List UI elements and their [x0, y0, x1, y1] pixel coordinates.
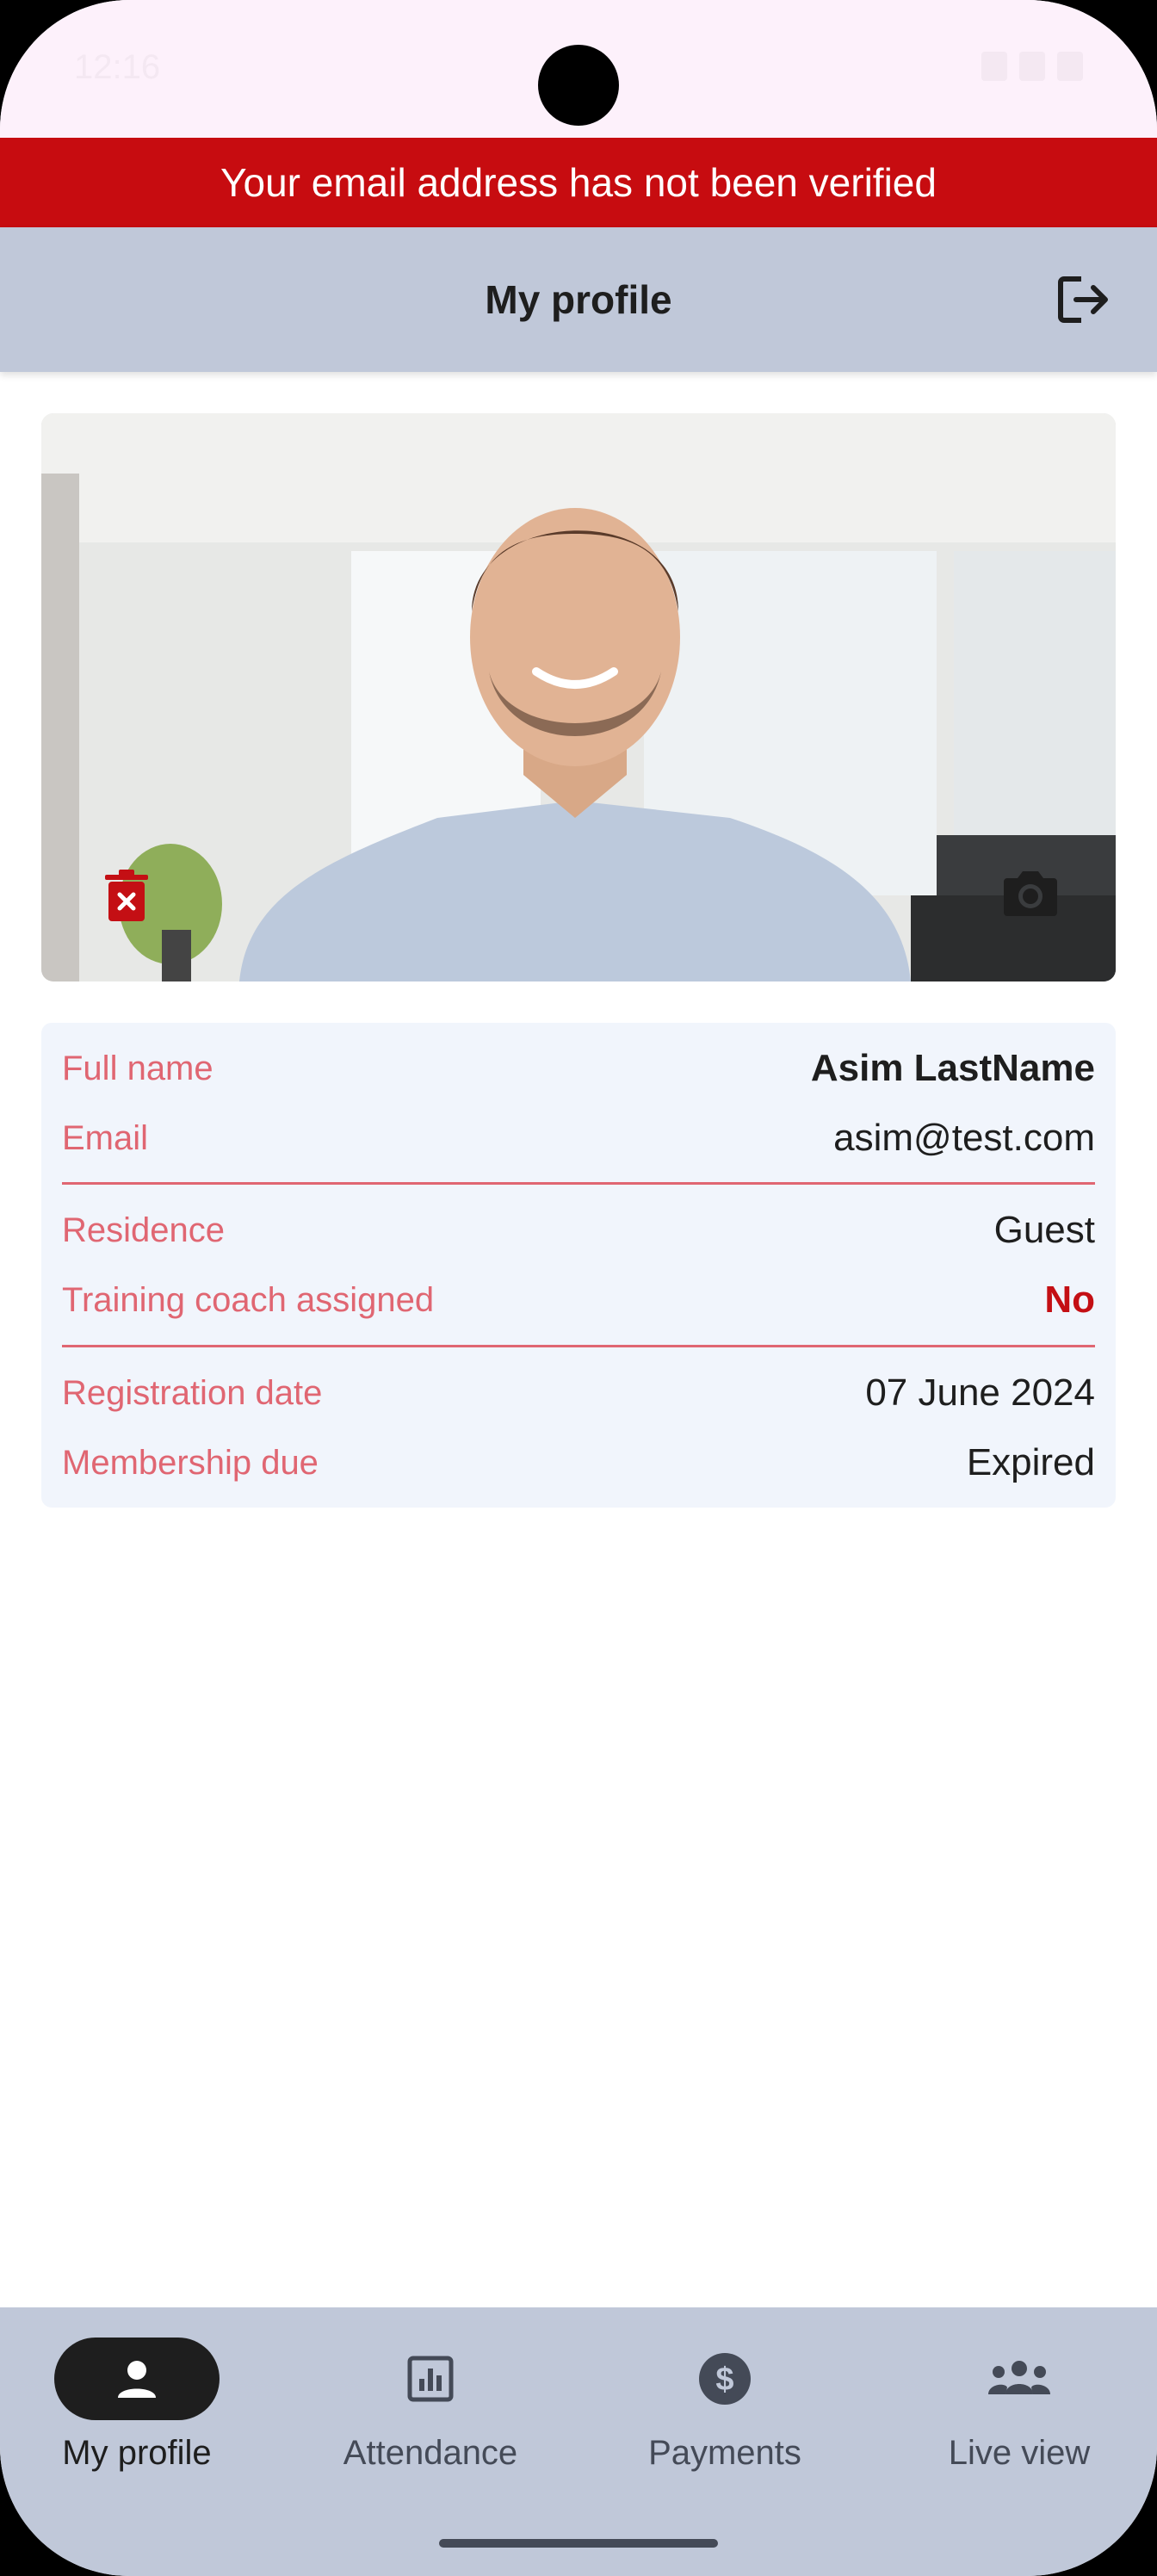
full-name-value: Asim LastName	[810, 1047, 1095, 1089]
home-indicator[interactable]	[439, 2539, 718, 2548]
row-email: Email asim@test.com	[62, 1112, 1095, 1164]
wifi-icon	[981, 52, 1007, 81]
row-membership-due: Membership due Expired	[62, 1437, 1095, 1489]
row-registration-date: Registration date 07 June 2024	[62, 1367, 1095, 1419]
phone-screen: 12:16 Your email address has not been ve…	[0, 0, 1157, 2576]
status-time: 12:16	[74, 48, 161, 86]
email-value: asim@test.com	[833, 1117, 1095, 1159]
nav-my-profile-label: My profile	[62, 2434, 212, 2472]
nav-attendance[interactable]: Attendance	[301, 2338, 560, 2492]
profile-photo	[41, 413, 1116, 981]
divider	[62, 1182, 1095, 1185]
row-full-name: Full name Asim LastName	[62, 1043, 1095, 1094]
front-camera	[538, 45, 619, 126]
row-training-coach: Training coach assigned No	[62, 1274, 1095, 1326]
bottom-navigation: My profile Attendance $ Payments Live vi…	[0, 2307, 1157, 2576]
banner-text: Your email address has not been verified	[220, 160, 937, 205]
profile-details-card: Full name Asim LastName Email asim@test.…	[41, 1023, 1116, 1508]
profile-photo-image	[41, 413, 1116, 981]
person-icon	[118, 2361, 156, 2398]
registration-date-value: 07 June 2024	[865, 1372, 1095, 1414]
nav-live-view[interactable]: Live view	[890, 2338, 1148, 2492]
residence-label: Residence	[62, 1211, 226, 1249]
nav-attendance-label: Attendance	[343, 2434, 518, 2472]
membership-due-value: Expired	[966, 1441, 1095, 1483]
battery-icon	[1057, 52, 1083, 81]
page-title: My profile	[485, 277, 672, 322]
email-verification-banner[interactable]: Your email address has not been verified	[0, 138, 1157, 227]
email-label: Email	[62, 1118, 149, 1157]
row-residence: Residence Guest	[62, 1204, 1095, 1256]
signal-icon	[1019, 52, 1045, 81]
chart-icon	[407, 2356, 454, 2402]
nav-payments-label: Payments	[648, 2434, 801, 2472]
delete-photo-icon[interactable]	[105, 870, 148, 923]
nav-live-view-label: Live view	[948, 2434, 1091, 2472]
status-icons	[981, 52, 1083, 81]
registration-date-label: Registration date	[62, 1373, 323, 1412]
svg-text:$: $	[715, 2362, 733, 2398]
status-bar: 12:16	[0, 0, 1157, 138]
logout-icon[interactable]	[1050, 269, 1112, 331]
group-icon	[988, 2361, 1050, 2394]
app-bar: My profile	[0, 227, 1157, 372]
nav-active-indicator	[54, 2338, 220, 2420]
nav-payments[interactable]: $ Payments	[596, 2338, 854, 2492]
membership-due-label: Membership due	[62, 1443, 319, 1482]
residence-value: Guest	[993, 1209, 1095, 1251]
dollar-icon: $	[699, 2353, 751, 2405]
training-coach-label: Training coach assigned	[62, 1280, 435, 1319]
nav-my-profile[interactable]: My profile	[8, 2338, 266, 2492]
training-coach-value: No	[1044, 1279, 1095, 1321]
divider	[62, 1345, 1095, 1347]
full-name-label: Full name	[62, 1049, 213, 1087]
camera-icon[interactable]	[1002, 868, 1059, 918]
